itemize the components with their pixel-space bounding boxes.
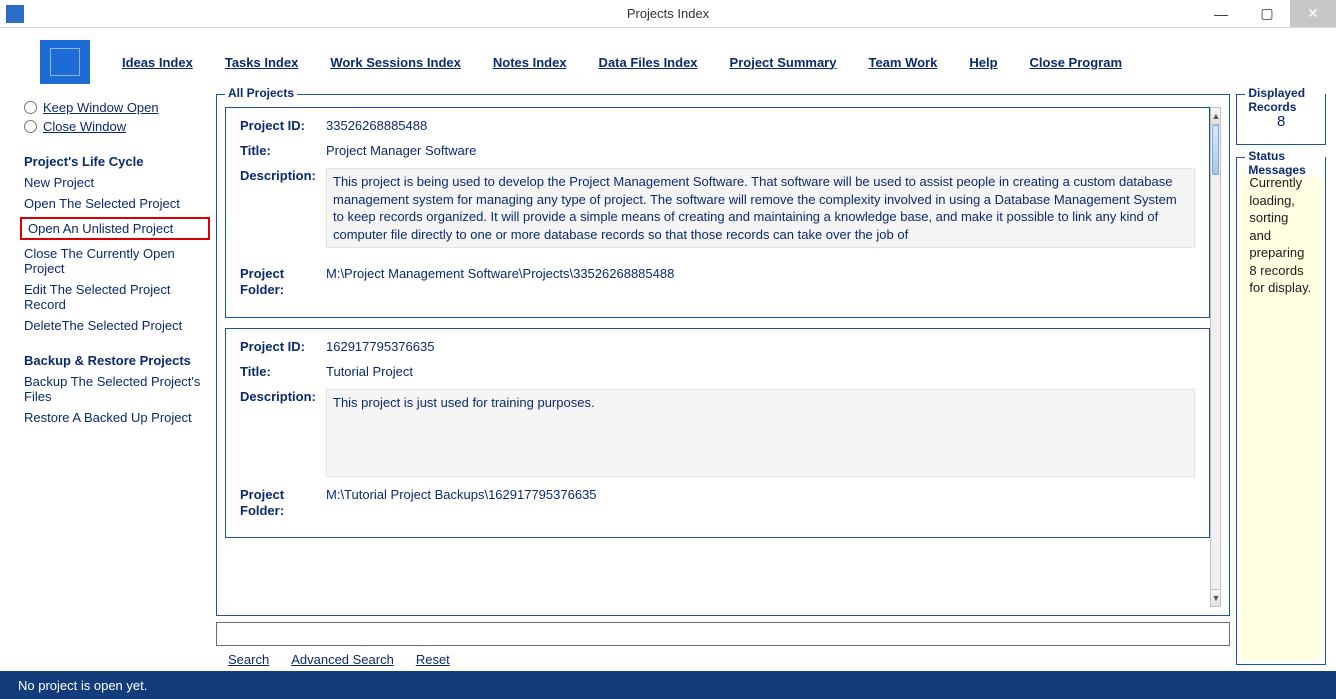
sidebar-header-backup: Backup & Restore Projects [24,353,210,368]
projects-list: Project ID: 33526268885488 Title: Projec… [225,107,1210,607]
status-bar-text: No project is open yet. [18,678,147,693]
status-bar: No project is open yet. [0,671,1336,699]
menu-close-program[interactable]: Close Program [1030,55,1122,70]
window-buttons: — ▢ ✕ [1198,0,1336,27]
sidebar-open-unlisted[interactable]: Open An Unlisted Project [20,217,210,240]
sidebar-header-lifecycle: Project's Life Cycle [24,154,210,169]
sidebar-open-selected[interactable]: Open The Selected Project [24,196,210,211]
menu-tasks-index[interactable]: Tasks Index [225,55,298,70]
sidebar: Keep Window Open Close Window Project's … [24,94,210,671]
radio-keep-open-label[interactable]: Keep Window Open [43,100,159,115]
search-links: Search Advanced Search Reset [216,646,1230,671]
label-project-folder: Project Folder: [240,487,326,518]
reset-link[interactable]: Reset [416,652,450,667]
all-projects-legend: All Projects [225,86,297,100]
radio-keep-window-open[interactable]: Keep Window Open [24,100,210,115]
label-project-folder: Project Folder: [240,266,326,297]
value-title: Project Manager Software [326,143,476,158]
search-row [216,622,1230,646]
value-project-folder: M:\Tutorial Project Backups\162917795376… [326,487,597,518]
project-card[interactable]: Project ID: 162917795376635 Title: Tutor… [225,328,1210,538]
advanced-search-link[interactable]: Advanced Search [291,652,394,667]
sidebar-edit-selected[interactable]: Edit The Selected Project Record [24,282,210,312]
status-messages-legend: Status Messages [1245,149,1325,177]
menu-ideas-index[interactable]: Ideas Index [122,55,193,70]
app-icon [6,5,24,23]
logo-icon [40,40,90,84]
radio-close-window[interactable]: Close Window [24,119,210,134]
title-bar: Projects Index — ▢ ✕ [0,0,1336,28]
scroll-thumb[interactable] [1212,125,1219,175]
projects-scrollbar[interactable]: ▲ ▼ [1210,107,1221,607]
scroll-track[interactable] [1211,125,1220,589]
label-description: Description: [240,168,326,183]
all-projects-fieldset: All Projects Project ID: 33526268885488 … [216,94,1230,616]
minimize-button[interactable]: — [1198,0,1244,27]
search-link[interactable]: Search [228,652,269,667]
status-messages-fieldset: Status Messages Currently loading, sorti… [1236,157,1326,665]
label-description: Description: [240,389,326,404]
menu-help[interactable]: Help [969,55,997,70]
scroll-down-icon[interactable]: ▼ [1211,589,1220,606]
close-button[interactable]: ✕ [1290,0,1336,27]
radio-keep-open-input[interactable] [24,101,37,114]
right-column: Displayed Records 8 Status Messages Curr… [1236,94,1326,671]
value-description: This project is just used for training p… [326,389,1195,477]
displayed-records-legend: Displayed Records [1245,86,1325,114]
sidebar-restore-backup[interactable]: Restore A Backed Up Project [24,410,210,425]
menu-work-sessions-index[interactable]: Work Sessions Index [330,55,461,70]
sidebar-new-project[interactable]: New Project [24,175,210,190]
label-title: Title: [240,364,326,379]
sidebar-close-current[interactable]: Close The Currently Open Project [24,246,210,276]
project-card[interactable]: Project ID: 33526268885488 Title: Projec… [225,107,1210,318]
menu-project-summary[interactable]: Project Summary [730,55,837,70]
sidebar-backup-selected[interactable]: Backup The Selected Project's Files [24,374,210,404]
menu-bar: Ideas Index Tasks Index Work Sessions In… [0,28,1336,94]
sidebar-delete-selected[interactable]: DeleteThe Selected Project [24,318,210,333]
radio-close-window-label[interactable]: Close Window [43,119,126,134]
value-project-id: 33526268885488 [326,118,427,133]
menu-notes-index[interactable]: Notes Index [493,55,567,70]
scroll-up-icon[interactable]: ▲ [1211,108,1220,125]
label-title: Title: [240,143,326,158]
radio-close-window-input[interactable] [24,120,37,133]
label-project-id: Project ID: [240,118,326,133]
work-area: Keep Window Open Close Window Project's … [0,94,1336,671]
maximize-button[interactable]: ▢ [1244,0,1290,27]
label-project-id: Project ID: [240,339,326,354]
value-title: Tutorial Project [326,364,413,379]
displayed-records-fieldset: Displayed Records 8 [1236,94,1326,145]
menu-team-work[interactable]: Team Work [868,55,937,70]
status-messages-body: Currently loading, sorting and preparing… [1241,166,1321,660]
value-description: This project is being used to develop th… [326,168,1195,248]
menu-data-files-index[interactable]: Data Files Index [599,55,698,70]
search-input[interactable] [216,622,1230,646]
value-project-folder: M:\Project Management Software\Projects\… [326,266,674,297]
value-project-id: 162917795376635 [326,339,434,354]
window-title: Projects Index [627,6,709,21]
center-column: All Projects Project ID: 33526268885488 … [216,94,1230,671]
